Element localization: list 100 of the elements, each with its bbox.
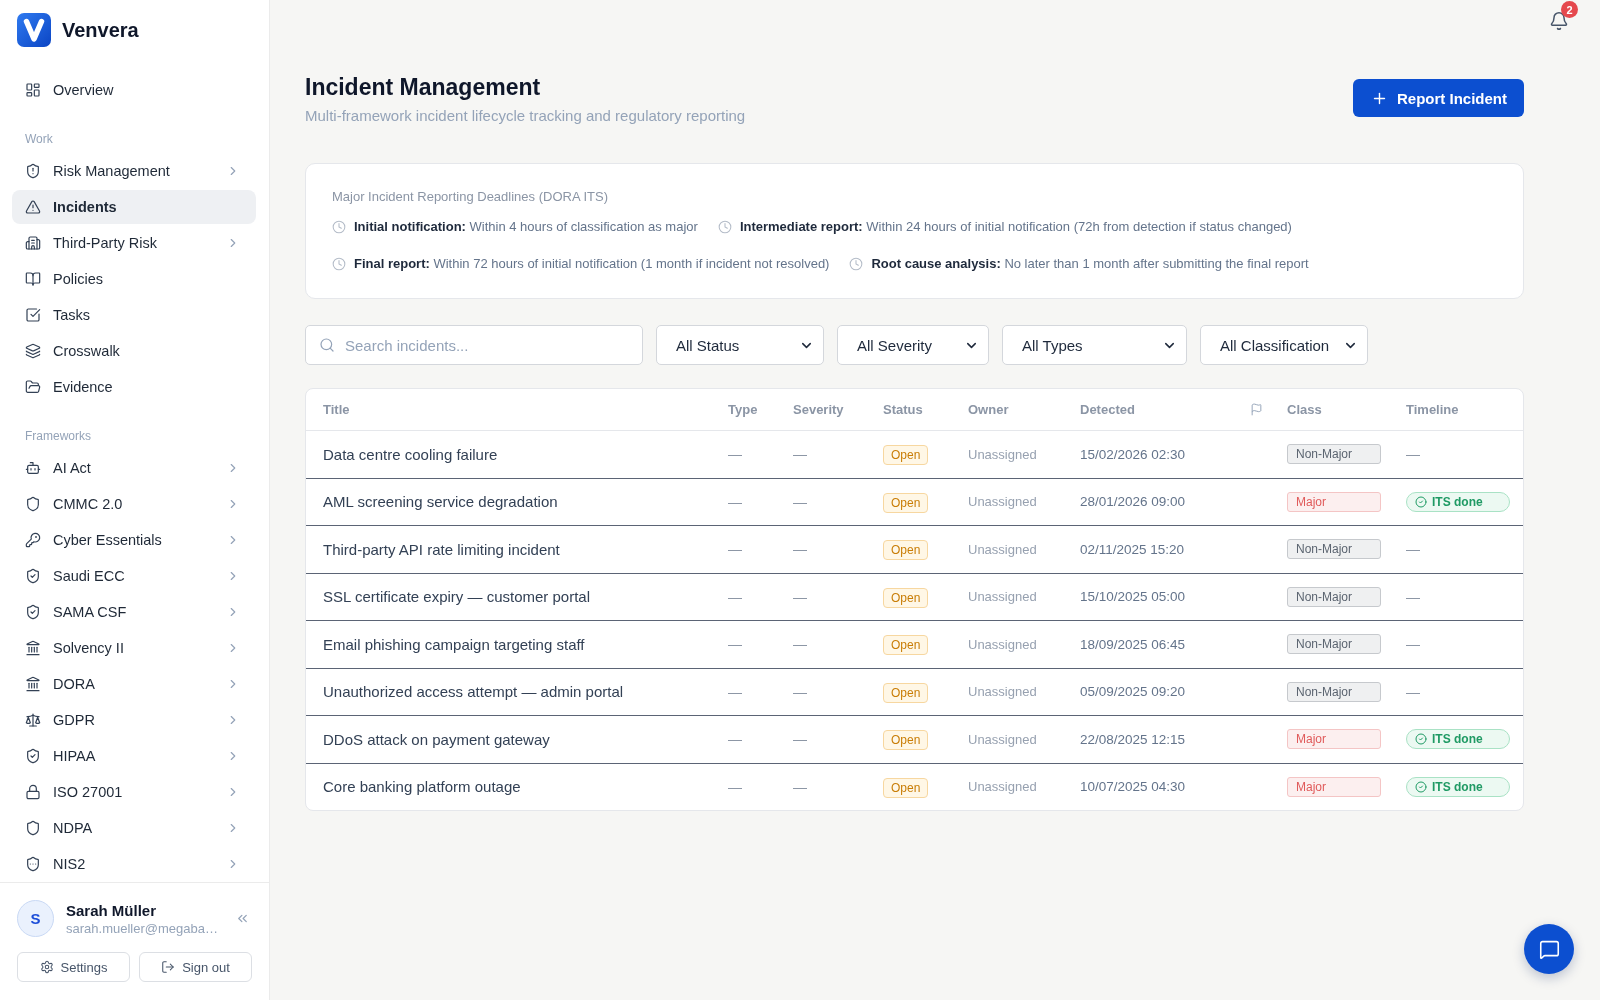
section-heading: Frameworks bbox=[24, 428, 92, 444]
incident-type: — bbox=[728, 778, 742, 795]
detected-date: 15/02/2026 02:30 bbox=[1080, 446, 1186, 462]
incident-severity: — bbox=[793, 683, 807, 700]
incident-type: — bbox=[728, 541, 742, 558]
detected-date: 15/10/2025 05:00 bbox=[1080, 589, 1186, 605]
filter-select[interactable]: All Types bbox=[1002, 325, 1187, 365]
incident-type: — bbox=[728, 683, 742, 700]
sidebar-item[interactable]: NIS2 bbox=[12, 847, 256, 881]
shield-alert-icon bbox=[25, 163, 41, 179]
classification-tag: Non-Major bbox=[1287, 586, 1381, 607]
filter-select[interactable]: All Classification bbox=[1200, 325, 1368, 365]
status-badge: Open bbox=[883, 730, 929, 751]
incident-type: — bbox=[728, 493, 742, 510]
status-badge: Open bbox=[883, 635, 929, 656]
detected-date: 28/01/2026 09:00 bbox=[1080, 494, 1186, 510]
incident-severity: — bbox=[793, 446, 807, 463]
open-book-icon bbox=[25, 271, 41, 287]
layers-icon bbox=[25, 343, 41, 359]
status-badge: Open bbox=[883, 492, 929, 513]
incident-type: — bbox=[728, 446, 742, 463]
incident-severity: — bbox=[793, 493, 807, 510]
owner-name: Unassigned bbox=[968, 731, 1037, 747]
owner-name: Unassigned bbox=[968, 446, 1037, 462]
deadline-text: Initial notification: Within 4 hours of classification as major bbox=[354, 218, 698, 236]
filter-select[interactable]: All Status bbox=[656, 325, 824, 365]
clock-icon bbox=[717, 220, 732, 234]
sidebar-item[interactable]: Cyber Essentials bbox=[12, 523, 256, 557]
balance-scale-icon bbox=[25, 712, 41, 728]
robot-icon bbox=[25, 460, 41, 476]
sidebar-item[interactable]: AI Act bbox=[12, 451, 256, 485]
shield-icon bbox=[25, 820, 41, 836]
sidebar-item[interactable]: Tasks bbox=[12, 298, 256, 332]
sidebar-item[interactable]: Overview bbox=[12, 73, 256, 107]
chat-button[interactable] bbox=[1524, 924, 1574, 974]
search-field[interactable]: Search incidents... bbox=[305, 325, 643, 365]
sidebar-item[interactable]: Evidence bbox=[12, 370, 256, 404]
sidebar-item[interactable]: Crosswalk bbox=[12, 334, 256, 368]
incident-type: — bbox=[728, 731, 742, 748]
clock-icon bbox=[849, 257, 864, 271]
detected-date: 05/09/2025 09:20 bbox=[1080, 684, 1186, 700]
sign-out-icon bbox=[161, 960, 176, 974]
page-title: Incident Management bbox=[305, 73, 542, 101]
check-circle-icon bbox=[1415, 733, 1427, 746]
key-icon bbox=[25, 532, 41, 548]
sidebar-item[interactable]: SAMA CSF bbox=[12, 595, 256, 629]
sign-out-button[interactable]: Sign out bbox=[139, 952, 252, 982]
shield-check-icon bbox=[25, 748, 41, 764]
incident-title: Third-party API rate limiting incident bbox=[323, 540, 560, 558]
incident-title: Data centre cooling failure bbox=[323, 445, 498, 463]
checked-square-icon bbox=[25, 307, 41, 323]
settings-button[interactable]: Settings bbox=[17, 952, 130, 982]
sidebar-item[interactable]: HIPAA bbox=[12, 739, 256, 773]
incident-title: Email phishing campaign targeting staff bbox=[323, 635, 585, 653]
settings-icon bbox=[39, 960, 54, 974]
classification-tag: Non-Major bbox=[1287, 634, 1381, 655]
sidebar-item[interactable]: Policies bbox=[12, 262, 256, 296]
sidebar-item[interactable]: GDPR bbox=[12, 703, 256, 737]
timeline-value: — bbox=[1406, 636, 1420, 653]
timeline-value: — bbox=[1406, 588, 1420, 605]
shield-dots-icon bbox=[25, 856, 41, 872]
deadline-text: Final report: Within 72 hours of initial notification (1 month if incident not resolved) bbox=[354, 255, 830, 273]
owner-name: Unassigned bbox=[968, 589, 1037, 605]
flag-icon bbox=[1250, 403, 1263, 416]
sidebar-item[interactable]: Solvency II bbox=[12, 631, 256, 665]
bank-building-icon bbox=[25, 676, 41, 692]
sidebar-item[interactable]: Incidents bbox=[12, 190, 256, 224]
report-incident-button[interactable]: Report Incident bbox=[1353, 79, 1524, 117]
filter-select[interactable]: All Severity bbox=[837, 325, 989, 365]
chat-bubble-icon bbox=[1538, 938, 1560, 960]
classification-tag: Non-Major bbox=[1287, 681, 1381, 702]
building-icon bbox=[25, 235, 41, 251]
sidebar-item[interactable]: ISO 27001 bbox=[12, 775, 256, 809]
owner-name: Unassigned bbox=[968, 541, 1037, 557]
sidebar-item[interactable]: Third-Party Risk bbox=[12, 226, 256, 260]
status-badge: Open bbox=[883, 777, 929, 798]
classification-tag: Major bbox=[1287, 776, 1381, 797]
dashboard-icon bbox=[25, 82, 41, 98]
notification-badge: 2 bbox=[1561, 1, 1578, 18]
sidebar-item[interactable]: Saudi ECC bbox=[12, 559, 256, 593]
timeline-value: — bbox=[1406, 541, 1420, 558]
clock-icon bbox=[332, 257, 346, 271]
shield-icon bbox=[25, 496, 41, 512]
user-avatar: S bbox=[17, 900, 54, 937]
timeline-badge: ITS done bbox=[1406, 776, 1510, 797]
sidebar-item[interactable]: Risk Management bbox=[12, 154, 256, 188]
status-badge: Open bbox=[883, 445, 929, 466]
page-subtitle: Multi-framework incident lifecycle tracking and regulatory reporting bbox=[305, 106, 746, 126]
sidebar-item[interactable]: DORA bbox=[12, 667, 256, 701]
incident-type: — bbox=[728, 636, 742, 653]
sidebar-item[interactable]: CMMC 2.0 bbox=[12, 487, 256, 521]
user-name: Sarah Müller bbox=[66, 901, 158, 919]
status-badge: Open bbox=[883, 587, 929, 608]
lock-icon bbox=[25, 784, 41, 800]
timeline-badge: ITS done bbox=[1406, 729, 1510, 750]
classification-tag: Major bbox=[1287, 729, 1381, 750]
bell-icon[interactable] bbox=[1549, 11, 1569, 31]
timeline-value: — bbox=[1406, 446, 1420, 463]
deadline-text: Root cause analysis: No later than 1 month after submitting the final report bbox=[871, 255, 1309, 273]
sidebar-item[interactable]: NDPA bbox=[12, 811, 256, 845]
